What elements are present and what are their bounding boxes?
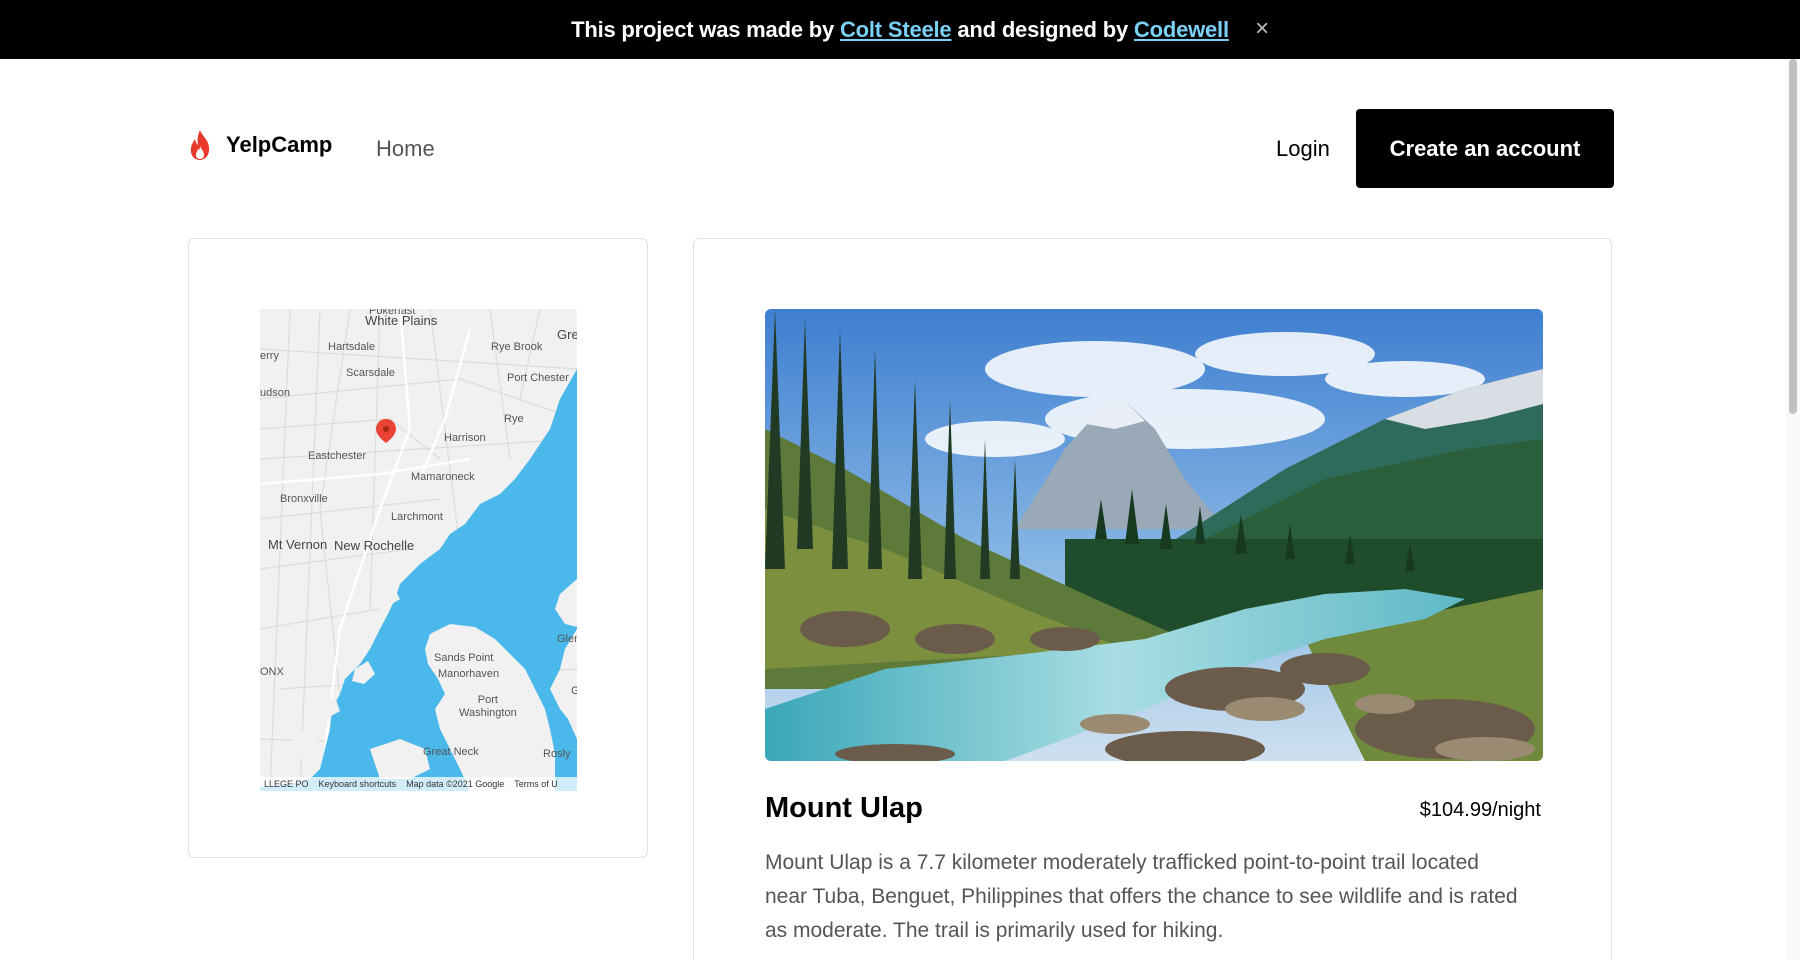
top-nav: YelpCamp Home Login Create an account: [188, 109, 1614, 189]
map-label: Port Washington: [459, 694, 517, 719]
create-account-button[interactable]: Create an account: [1356, 109, 1614, 188]
map-label: Rye: [504, 413, 524, 425]
map-label: ONX: [260, 666, 284, 678]
brand-name: YelpCamp: [226, 132, 333, 157]
map-label: Bronxville: [280, 493, 328, 505]
campground-price: $104.99/night: [1419, 799, 1541, 821]
map-label: Harrison: [444, 432, 486, 444]
brand-logo[interactable]: YelpCamp: [188, 129, 332, 161]
campground-photo-graphic: [765, 309, 1543, 761]
attribution-banner: This project was made by Colt Steele and…: [0, 0, 1800, 59]
map-label: Larchmont: [391, 511, 443, 523]
map-label: Eastchester: [308, 450, 367, 462]
close-icon[interactable]: ×: [1250, 17, 1274, 41]
map-label: Port Chester: [507, 372, 569, 384]
map-label: Hartsdale: [328, 341, 376, 353]
map-label: White Plains: [365, 313, 438, 328]
map-data-text: Map data ©2021 Google: [406, 779, 505, 789]
map-label: udson: [260, 387, 290, 399]
banner-prefix: This project was made by: [571, 16, 835, 42]
campground-photo: [765, 309, 1543, 761]
map-label: Rye Brook: [491, 341, 543, 353]
author-link[interactable]: Colt Steele: [840, 17, 952, 43]
map-label: New Rochelle: [334, 538, 415, 553]
terms-link[interactable]: Terms of U: [514, 779, 558, 789]
map-label: Mt Vernon: [268, 537, 328, 552]
map-label: Sands Point: [434, 652, 494, 664]
google-logo-text: LLEGE PO: [264, 779, 309, 789]
flame-icon: [190, 130, 210, 160]
map-label: Gre: [557, 327, 577, 342]
scrollbar-thumb[interactable]: [1789, 59, 1797, 414]
map-label: Glen: [557, 633, 577, 645]
map-footer: LLEGE PO Keyboard shortcuts Map data ©20…: [260, 777, 577, 791]
map-label: Manorhaven: [438, 668, 500, 680]
nav-home-link[interactable]: Home: [376, 136, 435, 162]
campground-detail-card: Mount Ulap $104.99/night Mount Ulap is a…: [693, 238, 1612, 960]
map-label: Rosly: [543, 748, 571, 760]
page-scrollbar[interactable]: [1786, 59, 1800, 960]
campground-title: Mount Ulap: [765, 792, 923, 824]
campground-map[interactable]: Pokerfast White Plains Gre Hartsdale Rye…: [260, 309, 577, 791]
banner-middle: and designed by: [957, 16, 1128, 42]
keyboard-shortcuts-link[interactable]: Keyboard shortcuts: [319, 779, 397, 789]
map-label: Great Neck: [423, 746, 479, 758]
map-label: erry: [260, 350, 279, 362]
designer-link[interactable]: Codewell: [1134, 17, 1229, 43]
campground-description: Mount Ulap is a 7.7 kilometer moderately…: [765, 851, 1518, 942]
map-label: G: [571, 685, 577, 697]
map-label: Scarsdale: [346, 367, 395, 379]
login-link[interactable]: Login: [1276, 136, 1330, 162]
map-card: Pokerfast White Plains Gre Hartsdale Rye…: [188, 238, 648, 858]
map-label: Mamaroneck: [411, 471, 475, 483]
